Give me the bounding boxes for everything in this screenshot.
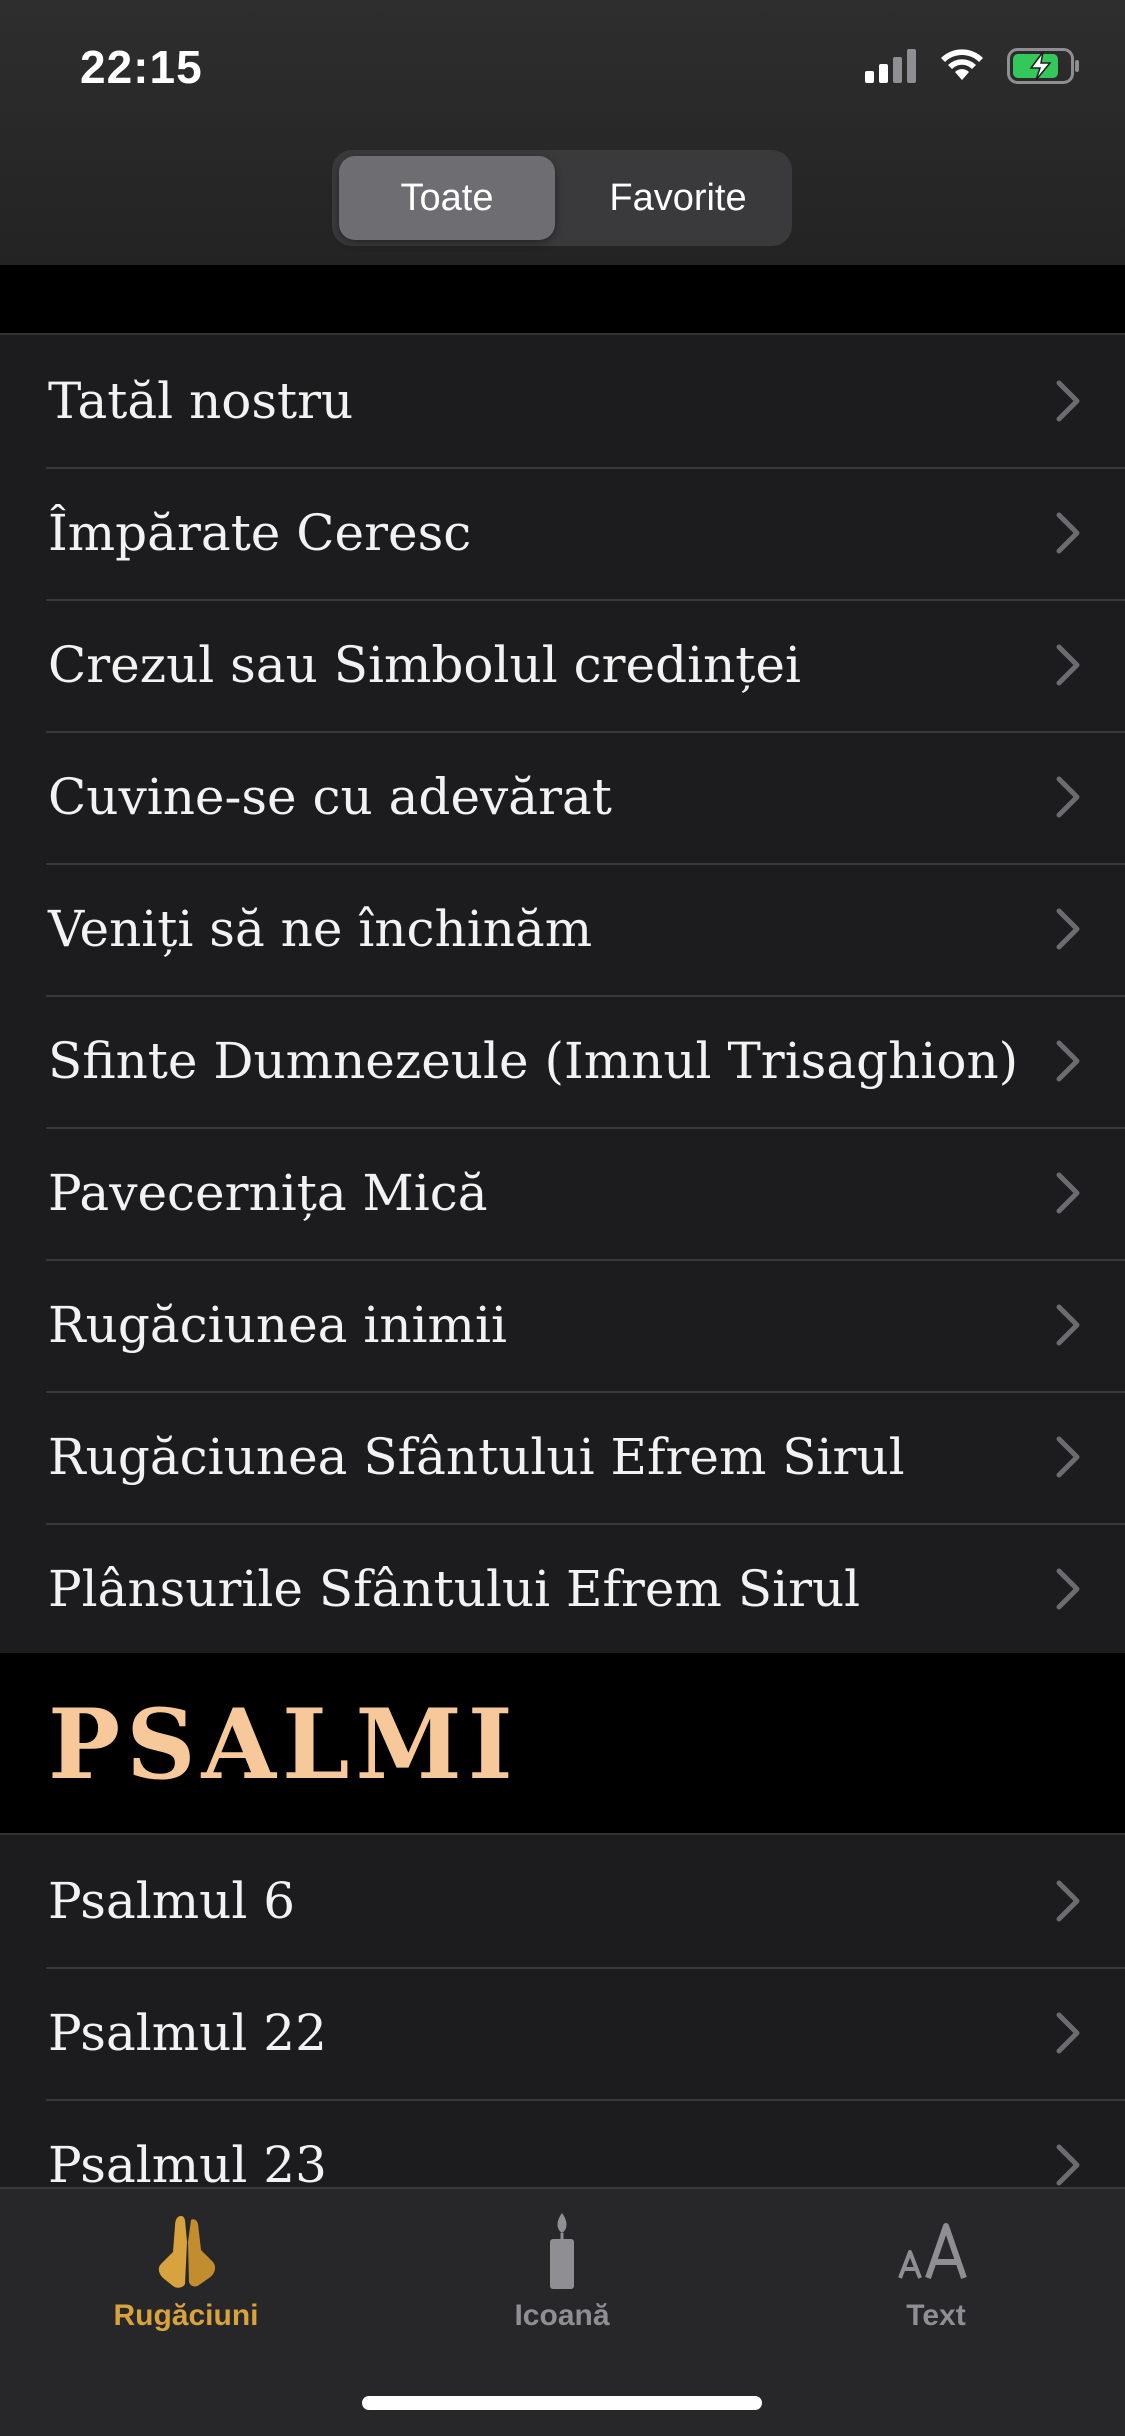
list-item-sfinte-dumnezeule[interactable]: Sfinte Dumnezeule (Imnul Trisaghion) <box>0 995 1125 1127</box>
tab-label: Rugăciuni <box>113 2299 259 2332</box>
text-size-icon <box>898 2223 967 2279</box>
chevron-right-icon <box>1056 644 1080 686</box>
list-item-pavecernita[interactable]: Pavecernița Mică <box>0 1127 1125 1259</box>
list-item-label: Psalmul 22 <box>48 2004 327 2062</box>
segment-favorite[interactable]: Favorite <box>570 156 786 240</box>
status-time: 22:15 <box>80 41 203 93</box>
chevron-right-icon <box>1056 1304 1080 1346</box>
battery-charging-icon <box>1007 48 1079 84</box>
prayers-list: Tatăl nostru Împărate Ceresc Crezul sau … <box>0 333 1125 1657</box>
chevron-right-icon <box>1056 1568 1080 1610</box>
chevron-right-icon <box>1056 512 1080 554</box>
psalms-list: Psalmul 6 Psalmul 22 Psalmul 23 <box>0 1833 1125 2231</box>
chevron-right-icon <box>1056 1040 1080 1082</box>
chevron-right-icon <box>1056 380 1080 422</box>
list-item-label: Cuvine-se cu adevărat <box>48 768 612 826</box>
tab-icoana[interactable]: Icoană <box>412 2209 712 2359</box>
home-indicator[interactable] <box>362 2396 762 2410</box>
segment-toate[interactable]: Toate <box>339 156 555 240</box>
list-item-crezul[interactable]: Crezul sau Simbolul credinței <box>0 599 1125 731</box>
tab-label: Icoană <box>514 2299 610 2332</box>
candle-icon <box>550 2213 574 2289</box>
list-item-label: Rugăciunea inimii <box>48 1296 507 1354</box>
list-item-plansurile-efrem[interactable]: Plânsurile Sfântului Efrem Sirul <box>0 1523 1125 1655</box>
list-item-label: Tatăl nostru <box>48 372 354 430</box>
list-item-psalmul-6[interactable]: Psalmul 6 <box>0 1835 1125 1967</box>
list-item-veniti[interactable]: Veniți să ne închinăm <box>0 863 1125 995</box>
chevron-right-icon <box>1056 2144 1080 2186</box>
tab-text[interactable]: Text <box>786 2209 1086 2359</box>
list-item-rugaciunea-inimii[interactable]: Rugăciunea inimii <box>0 1259 1125 1391</box>
chevron-right-icon <box>1056 2012 1080 2054</box>
list-item-label: Crezul sau Simbolul credinței <box>48 636 801 694</box>
chevron-right-icon <box>1056 1172 1080 1214</box>
list-item-label: Împărate Ceresc <box>48 504 472 562</box>
chevron-right-icon <box>1056 1436 1080 1478</box>
list-item-tatal-nostru[interactable]: Tatăl nostru <box>0 335 1125 467</box>
segmented-control: Toate Favorite <box>332 150 792 246</box>
chevron-right-icon <box>1056 908 1080 950</box>
list-item-label: Sfinte Dumnezeule (Imnul Trisaghion) <box>48 1032 1019 1090</box>
chevron-right-icon <box>1056 776 1080 818</box>
chevron-right-icon <box>1056 1880 1080 1922</box>
list-item-cuvine-se[interactable]: Cuvine-se cu adevărat <box>0 731 1125 863</box>
praying-hands-icon <box>158 2216 216 2288</box>
wifi-icon <box>941 49 983 80</box>
cellular-signal-icon <box>865 49 916 83</box>
list-item-label: Rugăciunea Sfântului Efrem Sirul <box>48 1428 905 1486</box>
psalmi-section-header: PSALMI <box>0 1653 1125 1833</box>
list-item-rugaciunea-efrem[interactable]: Rugăciunea Sfântului Efrem Sirul <box>0 1391 1125 1523</box>
list-item-imparate-ceresc[interactable]: Împărate Ceresc <box>0 467 1125 599</box>
list-item-label: Pavecernița Mică <box>48 1164 488 1222</box>
list-item-label: Plânsurile Sfântului Efrem Sirul <box>48 1560 861 1618</box>
list-item-label: Veniți să ne închinăm <box>48 900 593 958</box>
tab-rugaciuni[interactable]: Rugăciuni <box>36 2209 336 2359</box>
tab-label: Text <box>906 2299 966 2332</box>
status-icons <box>865 48 1081 84</box>
section-title: PSALMI <box>48 1688 519 1801</box>
list-item-label: Psalmul 6 <box>48 1872 296 1930</box>
header: 22:15 Toate Favorite <box>0 0 1125 265</box>
list-item-psalmul-22[interactable]: Psalmul 22 <box>0 1967 1125 2099</box>
